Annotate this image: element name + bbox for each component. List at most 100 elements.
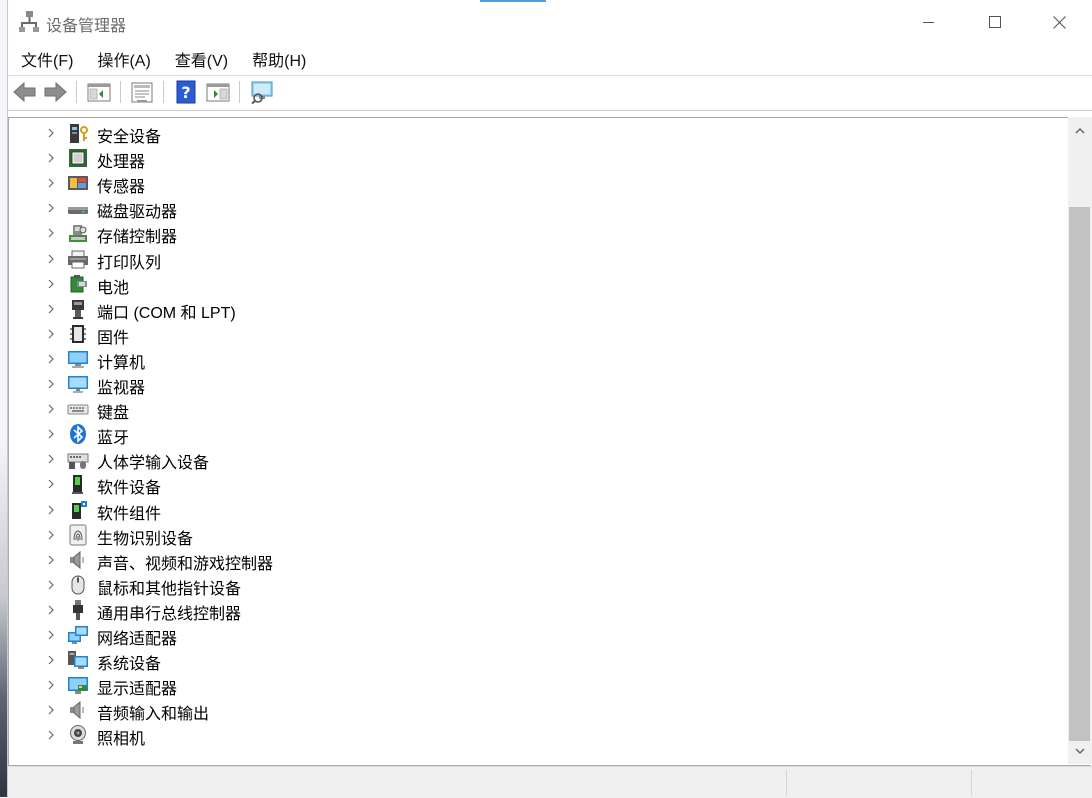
tree-item-label: 固件 — [97, 329, 130, 347]
monitor-icon — [67, 373, 89, 395]
vertical-scrollbar[interactable] — [1068, 117, 1092, 764]
expand-chevron-icon[interactable] — [46, 176, 56, 188]
processor-icon — [67, 147, 89, 169]
tree-item[interactable]: 显示适配器 — [9, 672, 1059, 698]
tree-item[interactable]: 传感器 — [9, 170, 1059, 196]
keyboard-icon — [67, 398, 89, 420]
menu-view[interactable]: 查看(V) — [162, 47, 239, 71]
hid-icon — [67, 448, 89, 470]
chevron-down-icon — [1075, 748, 1085, 754]
menu-action[interactable]: 操作(A) — [84, 47, 161, 71]
firmware-icon — [67, 323, 89, 345]
storage-controller-icon — [67, 222, 89, 244]
expand-chevron-icon[interactable] — [46, 201, 56, 213]
expand-chevron-icon[interactable] — [46, 728, 56, 740]
toolbar-separator — [76, 81, 77, 103]
tree-item[interactable]: 声音、视频和游戏控制器 — [9, 547, 1059, 573]
tree-item[interactable]: 监视器 — [9, 371, 1059, 397]
expand-chevron-icon[interactable] — [46, 578, 56, 590]
biometric-icon — [67, 524, 89, 546]
tree-item-label: 系统设备 — [97, 656, 162, 674]
expand-chevron-icon[interactable] — [46, 528, 56, 540]
close-button[interactable] — [1026, 0, 1092, 44]
tree-item[interactable]: 通用串行总线控制器 — [9, 597, 1059, 623]
maximize-button[interactable] — [962, 0, 1028, 44]
tree-item[interactable]: 网络适配器 — [9, 622, 1059, 648]
scroll-thumb[interactable] — [1069, 207, 1090, 741]
properties-button[interactable] — [130, 80, 154, 104]
expand-chevron-icon[interactable] — [46, 553, 56, 565]
menu-help[interactable]: 帮助(H) — [239, 47, 317, 71]
expand-chevron-icon[interactable] — [46, 402, 56, 414]
tree-item[interactable]: 音频输入和输出 — [9, 697, 1059, 724]
tree-item[interactable]: 软件设备 — [9, 471, 1059, 498]
scroll-down-button[interactable] — [1068, 738, 1092, 764]
expand-chevron-icon[interactable] — [46, 151, 56, 163]
tree-item[interactable]: 鼠标和其他指针设备 — [9, 572, 1059, 598]
tree-item[interactable]: 软件组件 — [9, 497, 1059, 523]
maximize-icon — [989, 16, 1001, 28]
expand-chevron-icon[interactable] — [46, 277, 56, 289]
tree-item-label: 音频输入和输出 — [97, 706, 210, 724]
tree-item-label: 打印队列 — [97, 254, 162, 272]
tree-item[interactable]: 端口 (COM 和 LPT) — [9, 296, 1059, 322]
tree-item[interactable]: 处理器 — [9, 145, 1059, 171]
usb-icon — [67, 599, 89, 621]
network-adapter-icon — [67, 624, 89, 646]
tree-item-label: 软件设备 — [97, 480, 162, 498]
expand-chevron-icon[interactable] — [46, 703, 56, 715]
window-title: 设备管理器 — [46, 18, 127, 35]
tree-item-label: 计算机 — [97, 354, 146, 372]
minimize-button[interactable] — [896, 0, 962, 44]
tree-item-label: 键盘 — [97, 405, 130, 423]
title-bar[interactable]: 设备管理器 — [8, 0, 1092, 44]
action-pane-button[interactable] — [206, 80, 230, 104]
tree-item[interactable]: 键盘 — [9, 396, 1059, 423]
tree-item[interactable]: 磁盘驱动器 — [9, 195, 1059, 222]
expand-chevron-icon[interactable] — [46, 302, 56, 314]
disk-drive-icon — [67, 197, 89, 219]
tree-item[interactable]: 安全设备 — [9, 120, 1059, 146]
tree-item[interactable]: 人体学输入设备 — [9, 446, 1059, 472]
tree-item[interactable]: 固件 — [9, 321, 1059, 347]
expand-chevron-icon[interactable] — [46, 327, 56, 339]
software-device-icon — [67, 473, 89, 495]
expand-chevron-icon[interactable] — [46, 427, 56, 439]
expand-chevron-icon[interactable] — [46, 226, 56, 238]
software-component-icon — [67, 499, 89, 521]
tree-item-label: 软件组件 — [97, 505, 162, 523]
tree-item-label: 磁盘驱动器 — [97, 204, 178, 222]
expand-chevron-icon[interactable] — [46, 503, 56, 515]
expand-chevron-icon[interactable] — [46, 678, 56, 690]
expand-chevron-icon[interactable] — [46, 252, 56, 264]
expand-chevron-icon[interactable] — [46, 377, 56, 389]
tree-item[interactable]: 计算机 — [9, 346, 1059, 372]
desktop-background — [0, 0, 8, 797]
expand-chevron-icon[interactable] — [46, 653, 56, 665]
tree-item[interactable]: 打印队列 — [9, 246, 1059, 272]
toolbar: ? — [8, 76, 1092, 108]
tree-item[interactable]: 照相机 — [9, 722, 1059, 748]
scan-hardware-icon — [251, 81, 273, 104]
expand-chevron-icon[interactable] — [46, 126, 56, 138]
scroll-up-button[interactable] — [1068, 117, 1092, 143]
expand-chevron-icon[interactable] — [46, 477, 56, 489]
menu-file[interactable]: 文件(F) — [8, 47, 84, 71]
help-button[interactable]: ? — [174, 80, 198, 104]
tree-item[interactable]: 蓝牙 — [9, 421, 1059, 447]
show-hide-tree-button[interactable] — [87, 80, 111, 104]
forward-button[interactable] — [43, 80, 67, 104]
tree-item[interactable]: 电池 — [9, 271, 1059, 297]
device-tree[interactable]: 安全设备 处理器 传感器磁盘驱动器 存储控制器打印队列 电池 端口 (COM 和 LPT)… — [8, 117, 1091, 766]
expand-chevron-icon[interactable] — [46, 603, 56, 615]
tree-item[interactable]: 生物识别设备 — [9, 522, 1059, 548]
back-button[interactable] — [13, 80, 37, 104]
expand-chevron-icon[interactable] — [46, 452, 56, 464]
toolbar-separator — [120, 81, 121, 103]
expand-chevron-icon[interactable] — [46, 628, 56, 640]
expand-chevron-icon[interactable] — [46, 352, 56, 364]
tree-item[interactable]: 系统设备 — [9, 647, 1059, 674]
scan-hardware-button[interactable] — [250, 80, 274, 104]
tree-item[interactable]: 存储控制器 — [9, 220, 1059, 246]
action-pane-icon — [206, 83, 230, 102]
